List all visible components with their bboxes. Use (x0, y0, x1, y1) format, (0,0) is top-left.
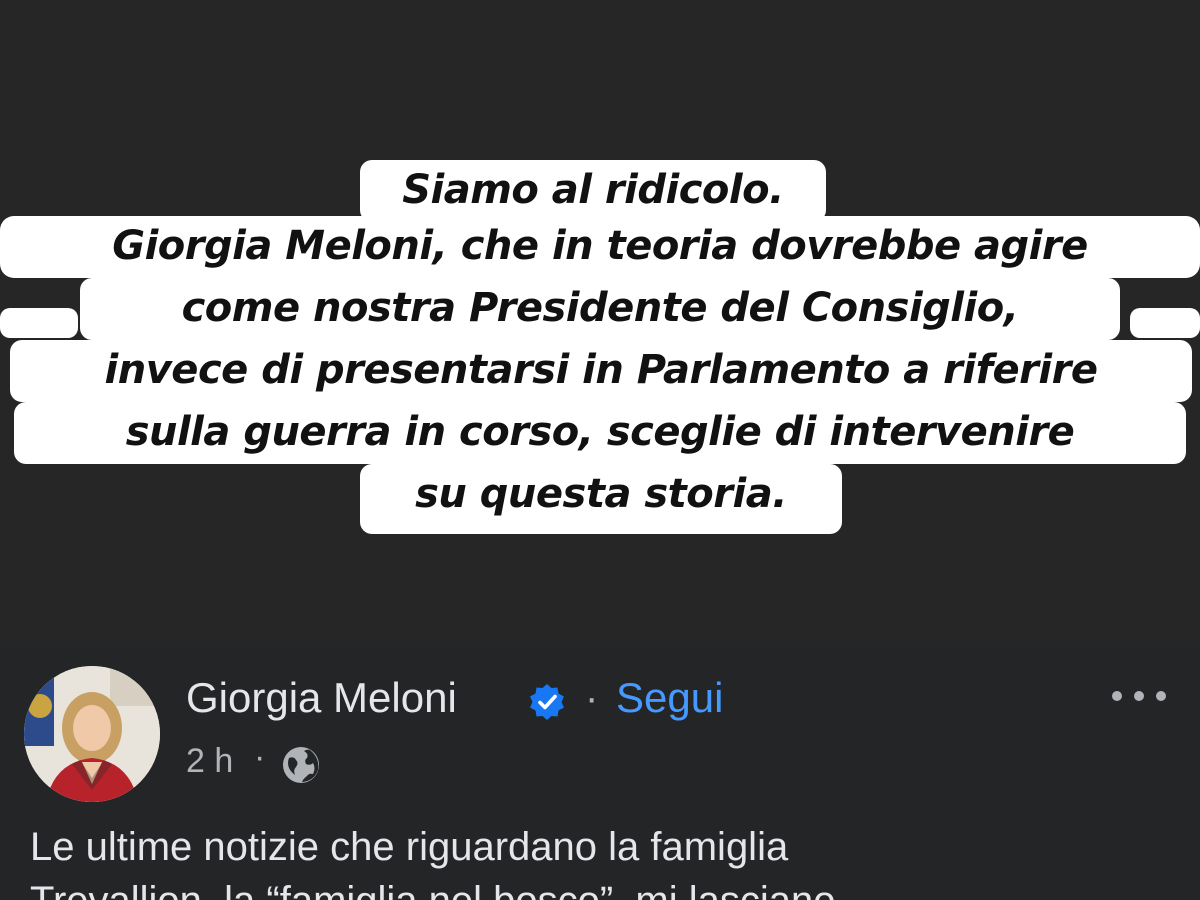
more-options-icon[interactable] (1108, 676, 1170, 716)
caption-side-pill-left (0, 308, 78, 338)
caption-line: come nostra Presidente del Consiglio, (80, 278, 1120, 340)
caption-line: Siamo al ridicolo. (360, 160, 826, 222)
separator-dot: · (254, 738, 266, 776)
separator-dot: · (585, 676, 599, 720)
post-author-name[interactable]: Giorgia Meloni (186, 674, 457, 722)
avatar-photo (24, 666, 160, 802)
post-body-line: Le ultime notizie che riguardano la fami… (30, 825, 789, 869)
post-body-line: Trevallion, la “famiglia nel bosco”, mi … (30, 879, 836, 900)
follow-button[interactable]: Segui (616, 674, 723, 722)
story-screenshot: Siamo al ridicolo. Giorgia Meloni, che i… (0, 0, 1200, 900)
caption-line: sulla guerra in corso, sceglie di interv… (14, 402, 1186, 464)
caption-line: Giorgia Meloni, che in teoria dovrebbe a… (0, 216, 1200, 278)
caption-side-pill-right (1130, 308, 1200, 338)
facebook-post: Giorgia Meloni · Segui 2 h · Le ultime n… (0, 648, 1200, 900)
post-timestamp[interactable]: 2 h (186, 742, 233, 781)
verified-badge-icon (530, 684, 564, 720)
post-body-text: Le ultime notizie che riguardano la fami… (30, 820, 1180, 900)
avatar[interactable] (24, 666, 160, 802)
story-caption: Siamo al ridicolo. Giorgia Meloni, che i… (0, 160, 1200, 550)
caption-line: su questa storia. (360, 464, 842, 534)
globe-icon (283, 747, 319, 783)
caption-line: invece di presentarsi in Parlamento a ri… (10, 340, 1192, 402)
